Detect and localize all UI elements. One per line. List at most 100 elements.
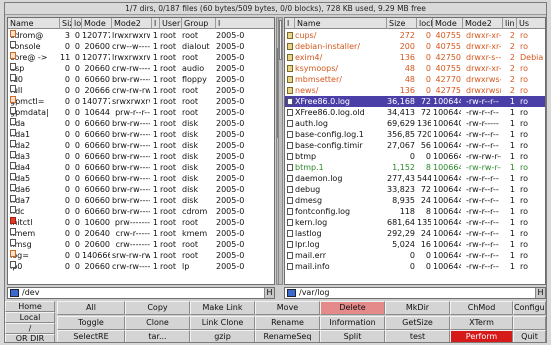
column-header[interactable]: lin xyxy=(503,18,517,29)
list-item[interactable]: console 0 0 20600 crw--w---- 1 root dialout 2005… xyxy=(8,41,274,52)
left-file-panel[interactable]: NameSizelockModeMode2lUserGroupl cdrom@3… xyxy=(7,17,275,285)
file-row[interactable]: daemon.log 277,436544100644 -rw-r--r-- 1 ro xyxy=(285,173,545,184)
list-item[interactable]: full0020666crw-rw-rw-1rootroot2005-0 xyxy=(8,85,274,96)
list-item[interactable]: fd0 0 0 60660 brw-rw---- 1 root floppy 2005-0 xyxy=(8,74,274,85)
column-header[interactable]: User xyxy=(160,18,182,29)
column-header[interactable]: Mode xyxy=(82,18,112,29)
directory-row[interactable]: debian-installer/200 0 40755 drwxr-xr-x 2 ro xyxy=(285,41,545,52)
directory-row[interactable]: cups/272 0 40755 drwxr-xr-x 2 ro xyxy=(285,30,545,41)
list-item[interactable]: hda4 0 0 60660 brw-rw---- 1 root disk 2005-0 xyxy=(8,162,274,173)
cell-size: 0 xyxy=(64,86,70,95)
directory-row[interactable]: news/136 0 42775 drwxrwsr-x 2 ro xyxy=(285,85,545,96)
list-item[interactable]: gpmctl=00140777srwxrwxrwx1rootroot2005-0 xyxy=(8,96,274,107)
delete-button[interactable]: Delete xyxy=(320,301,385,315)
file-row[interactable]: base-config.timir 27,067 56 100644 -rw-r--r-… xyxy=(285,140,545,151)
renameseq-button[interactable]: RenameSeq xyxy=(255,330,320,342)
list-item[interactable]: hda2 0 0 60660 brw-rw---- 1 root disk 2005-0 xyxy=(8,140,274,151)
cell-b: 136 xyxy=(417,119,431,128)
list-item[interactable]: kmem 0 0 20640 crw-r----- 1 root kmem 2005-0 xyxy=(8,228,274,239)
file-row[interactable]: auth.log 69,629 136 100640 -rw-r----- 1 ro xyxy=(285,118,545,129)
selectre-button[interactable]: SelectRE xyxy=(57,330,125,342)
file-row[interactable]: fontconfig.log 118 8 100644 -rw-r--r-- 1 ro xyxy=(285,206,545,217)
column-header[interactable]: l xyxy=(152,18,160,29)
split-button[interactable]: Split xyxy=(320,330,385,342)
link-clone-button[interactable]: Link Clone xyxy=(190,315,255,330)
clone-button[interactable]: Clone xyxy=(125,315,190,330)
list-item[interactable]: hdc 0 0 60660 brw-rw---- 1 root cdrom 2005-0 xyxy=(8,206,274,217)
make-link-button[interactable]: Make Link xyxy=(190,301,255,315)
column-header[interactable]: l xyxy=(285,18,295,29)
file-row[interactable]: btmp 0 0 100664 -rw-rw-r-- 1 ro xyxy=(285,151,545,162)
file-name: hda2 xyxy=(8,140,58,151)
directory-row[interactable]: exim4/136 0 42750 drwxr-s--- 2 Debia xyxy=(285,52,545,63)
left-file-list[interactable]: cdrom@30120777lrwxrwxrwx1rootroot2005-0c… xyxy=(8,30,274,272)
column-header[interactable]: Mode2 xyxy=(112,18,152,29)
file-row[interactable]: mail.info 0 0 100644 -rw-r--r-- 1 ro xyxy=(285,261,545,272)
directory-row[interactable]: ksymoops/48 0 40755 drwxr-xr-x 2 ro xyxy=(285,63,545,74)
blank-button[interactable] xyxy=(513,315,546,330)
file-row[interactable]: dmesg 8,935 24 100644 -rw-r--r-- 1 ro xyxy=(285,195,545,206)
list-item[interactable]: hda1 0 0 60660 brw-rw---- 1 root disk 2005-0 xyxy=(8,129,274,140)
list-item[interactable]: hda5 0 0 60660 brw-rw---- 1 root disk 2005-0 xyxy=(8,173,274,184)
directory-row[interactable]: mbmsetter/48 0 42770 drwxrws--- 2 ro xyxy=(285,74,545,85)
file-row[interactable]: btmp.1 1,152 8 100664 -rw-rw-r-- 1 ro xyxy=(285,162,545,173)
perform-button[interactable]: Perform xyxy=(450,330,513,342)
list-item[interactable]: dsp 0 0 20660 crw-rw---- 1 root audio 2005-0 xyxy=(8,63,274,74)
list-item[interactable]: core@ ->110120777lrwxrwxrwx1rootroot2005… xyxy=(8,52,274,63)
chmod-button[interactable]: ChMod xyxy=(450,301,513,315)
column-header[interactable]: Group xyxy=(182,18,216,29)
column-header[interactable]: Size xyxy=(387,18,417,29)
right-scrollbar[interactable] xyxy=(278,17,283,285)
copy-button[interactable]: Copy xyxy=(125,301,190,315)
configure-button[interactable]: Configure... xyxy=(513,301,546,315)
list-item[interactable]: hda 0 0 60660 brw-rw---- 1 root disk 2005-0 xyxy=(8,118,274,129)
column-header[interactable]: l xyxy=(216,18,274,29)
file-row[interactable]: debug 33,823 72 100644 -rw-r--r-- 1 ro xyxy=(285,184,545,195)
move-button[interactable]: Move xyxy=(255,301,320,315)
list-item[interactable]: lp0 0 0 20660 crw-rw---- 1 root lp 2005-0 xyxy=(8,261,274,272)
list-item[interactable]: gpmdata| 0 0 10644 prw-r--r-- 1 root root 2005-0 xyxy=(8,107,274,118)
rename-button[interactable]: Rename xyxy=(255,315,320,330)
mkdir-button[interactable]: MkDir xyxy=(385,301,450,315)
file-row[interactable]: lpr.log 5,024 16 100644 -rw-r--r-- 1 ro xyxy=(285,239,545,250)
file-icon xyxy=(287,241,293,248)
right-history-button[interactable]: H xyxy=(535,288,545,298)
list-item[interactable]: hda7 0 0 60660 brw-rw---- 1 root disk 2005-0 xyxy=(8,195,274,206)
file-row[interactable]: XFree86.0.log.old 34,413 72 100644 -rw-r--r-… xyxy=(285,107,545,118)
file-row[interactable]: XFree86.0.log 36,168 72 100644 -rw-r--r-- 1 ro xyxy=(285,96,545,107)
file-row[interactable]: kern.log 681,6481353100644 -rw-r--r-- 1 ro xyxy=(285,217,545,228)
gzip-button[interactable]: gzip xyxy=(190,330,255,342)
file-row[interactable]: mail.err 0 0 100644 -rw-r--r-- 1 ro xyxy=(285,250,545,261)
getsize-button[interactable]: GetSize xyxy=(385,315,450,330)
right-path-field[interactable]: /var/log H xyxy=(284,287,546,299)
test-button[interactable]: test xyxy=(385,330,450,342)
column-header[interactable]: Mode xyxy=(433,18,463,29)
list-item[interactable]: cdrom@30120777lrwxrwxrwx1rootroot2005-0 xyxy=(8,30,274,41)
cell-date: 2005-0 xyxy=(216,53,245,62)
column-header[interactable]: Size xyxy=(60,18,72,29)
column-header[interactable]: Us xyxy=(517,18,545,29)
right-file-list[interactable]: cups/272040755drwxr-xr-x2rodebian-instal… xyxy=(285,30,545,272)
toggle-button[interactable]: Toggle xyxy=(57,315,125,330)
tar-button[interactable]: tar... xyxy=(125,330,190,342)
all-button[interactable]: All xyxy=(57,301,125,315)
list-item[interactable]: initctl 0 0 10600 prw------- 1 root root 2005-0 xyxy=(8,217,274,228)
list-item[interactable]: hda6 0 0 60660 brw-rw---- 1 root disk 2005-0 xyxy=(8,184,274,195)
column-header[interactable]: Name xyxy=(295,18,387,29)
quit-button[interactable]: Quit xyxy=(513,330,546,342)
column-header[interactable]: lock xyxy=(417,18,433,29)
list-item[interactable]: log=00140666srw-rw-rw-1rootroot2005-0 xyxy=(8,250,274,261)
left-path-field[interactable]: /dev H xyxy=(7,287,275,299)
list-item[interactable]: hda3 0 0 60660 brw-rw---- 1 root disk 2005-0 xyxy=(8,151,274,162)
column-header[interactable]: Mode2 xyxy=(463,18,503,29)
left-history-button[interactable]: H xyxy=(264,288,274,298)
list-item[interactable]: kmsg 0 0 20600 crw------- 1 root root 2005-0 xyxy=(8,239,274,250)
right-file-panel[interactable]: lNameSizelockModeMode2linUs cups/2720407… xyxy=(284,17,546,285)
file-row[interactable]: base-config.log.1 356,855720100644 -rw-r--… xyxy=(285,129,545,140)
right-scroll-thumb[interactable] xyxy=(279,20,282,60)
xterm-button[interactable]: XTerm xyxy=(450,315,513,330)
information-button[interactable]: Information xyxy=(320,315,385,330)
file-row[interactable]: lastlog 292,292 24100644 -rw-r--r-- 1 ro xyxy=(285,228,545,239)
column-header[interactable]: Name xyxy=(8,18,60,29)
column-header[interactable]: lock xyxy=(72,18,82,29)
